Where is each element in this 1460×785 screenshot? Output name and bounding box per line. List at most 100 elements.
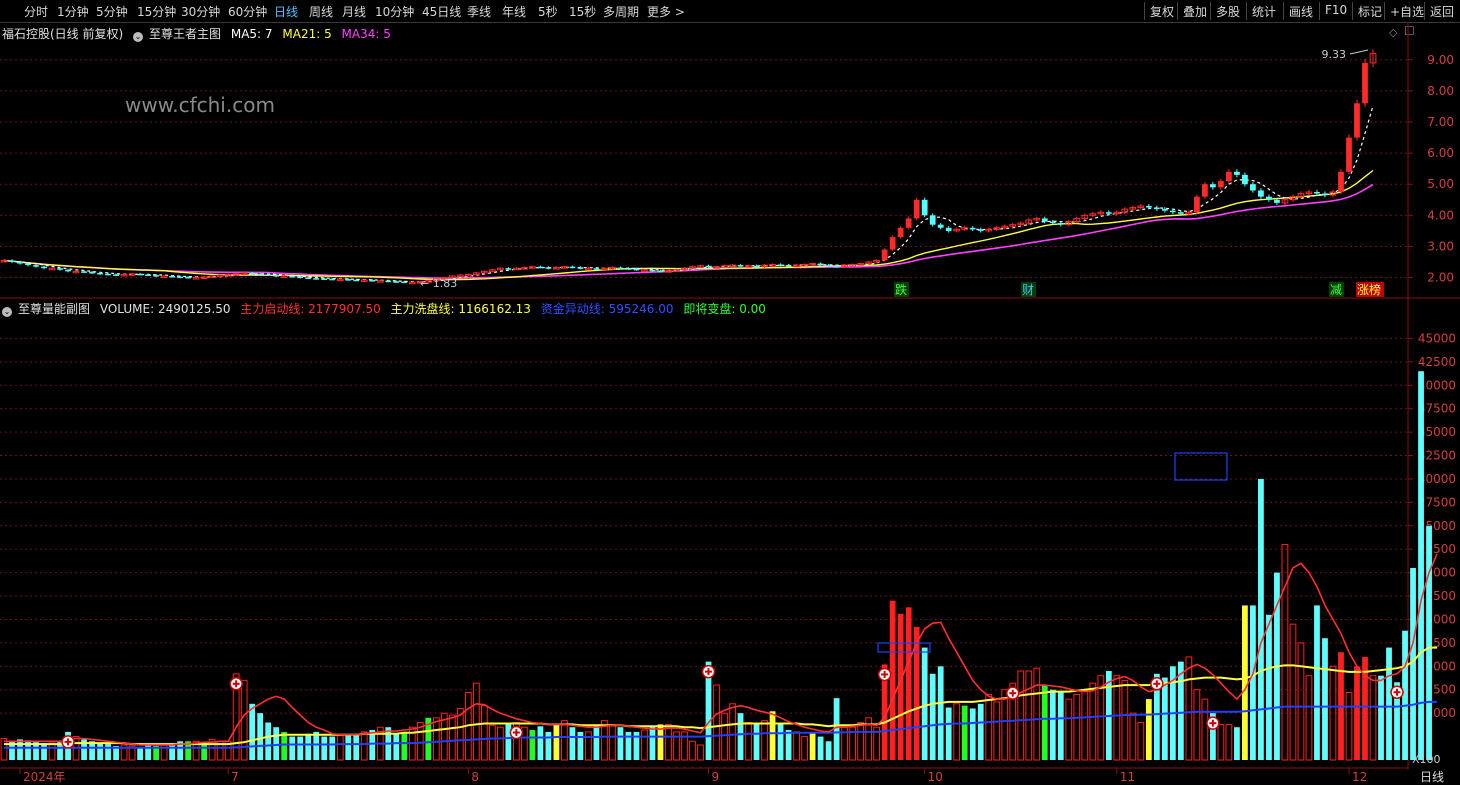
candle-body (329, 278, 336, 281)
volume-bar (1289, 623, 1297, 761)
price-tick-label: 4.00 (1427, 208, 1454, 222)
candle-body (369, 280, 376, 282)
price-tick-label: 2.00 (1427, 271, 1454, 285)
candle-body (113, 274, 119, 276)
volume-bar (769, 711, 776, 760)
candle-body (1153, 207, 1160, 210)
volume-bar (1137, 722, 1145, 761)
volume-bar (1113, 675, 1121, 761)
candle-body (41, 266, 47, 269)
candle-body (25, 263, 31, 266)
volume-bar (801, 736, 808, 761)
candle-body (633, 268, 640, 271)
candle-body (57, 268, 63, 270)
volume-tick-label: 45000 (1418, 331, 1456, 345)
price-tick-label: 6.00 (1427, 146, 1454, 160)
candle-body (777, 264, 784, 266)
candle-body (833, 265, 840, 268)
candle-body (705, 265, 712, 268)
volume-bar (1073, 693, 1081, 761)
candle-body (1201, 184, 1208, 197)
volume-bar (793, 731, 800, 761)
volume-tick-label: 42500 (1418, 355, 1456, 369)
volume-bar (1225, 723, 1233, 761)
volume-bar (1193, 689, 1201, 761)
volume-bar (1378, 675, 1384, 760)
candle-body (393, 281, 400, 283)
volume-bar (1089, 682, 1097, 761)
volume-bar (480, 705, 488, 761)
volume-bar (488, 724, 496, 761)
volume-bar (649, 727, 656, 760)
candle-body (1226, 171, 1232, 182)
volume-bar (1345, 692, 1353, 761)
candle-body (577, 267, 584, 269)
candle-body (537, 266, 544, 269)
candle-body (1234, 171, 1240, 175)
candle-body (9, 260, 15, 262)
chart-canvas[interactable]: 2.003.004.005.006.007.008.009.0050007500… (0, 0, 1460, 784)
volume-bar (137, 746, 143, 760)
volume-bar (448, 714, 456, 761)
volume-bar (393, 733, 400, 760)
candle-body (1169, 210, 1176, 213)
marker-label: 减 (1330, 283, 1342, 297)
candle-body (1266, 196, 1272, 200)
volume-bar (1258, 478, 1264, 760)
volume-bar (1033, 667, 1041, 761)
candle-body (385, 280, 392, 283)
candle-body (313, 278, 320, 280)
volume-bar (1354, 666, 1360, 760)
volume-bar (713, 684, 720, 761)
candle-body (1354, 103, 1360, 138)
time-tick-label: 10 (928, 770, 943, 784)
volume-bar (1161, 677, 1168, 760)
candle-body (257, 273, 264, 276)
volume-bar (313, 731, 320, 760)
candle-body (929, 215, 936, 225)
volume-bar (921, 647, 928, 760)
volume-bar (1322, 638, 1328, 760)
volume-bar (1057, 692, 1064, 760)
volume-bar (665, 723, 672, 761)
volume-bar (1426, 525, 1432, 760)
volume-bar (1386, 647, 1392, 760)
volume-bar (745, 722, 752, 761)
volume-bar (537, 726, 544, 760)
volume-bar (825, 741, 832, 760)
volume-bar (761, 720, 768, 761)
candle-body (649, 269, 656, 272)
time-tick-label: 12 (1352, 770, 1367, 784)
candle-body (1145, 206, 1152, 208)
volume-bar (353, 733, 360, 760)
candle-body (593, 268, 600, 270)
candle-body (345, 279, 352, 281)
volume-bar (985, 693, 993, 761)
ma21-line (3, 169, 1374, 281)
candle-body (737, 265, 744, 267)
volume-bar (977, 703, 984, 760)
candle-body (657, 270, 664, 273)
price-tick-label: 3.00 (1427, 239, 1454, 253)
marker-label: 财 (1022, 283, 1034, 297)
volume-bar (1410, 567, 1416, 760)
vol-yellow-line (4, 646, 1437, 746)
volume-bar (553, 724, 560, 760)
candle-body (785, 265, 792, 267)
volume-bar (1314, 605, 1320, 760)
volume-bar (569, 727, 576, 760)
time-tick-label: 11 (1120, 770, 1135, 784)
volume-bar (1041, 685, 1048, 760)
period-label: 日线 (1420, 770, 1445, 784)
candle-body (625, 268, 632, 270)
candle-body (1346, 137, 1352, 172)
volume-bar (1121, 679, 1129, 761)
candle-body (1105, 212, 1112, 214)
volume-bar (1185, 656, 1193, 761)
candle-body (145, 274, 151, 276)
volume-bar (737, 713, 744, 760)
candle-body (505, 268, 512, 270)
volume-bar (297, 736, 304, 760)
volume-bar (1025, 670, 1033, 761)
candle-body (33, 265, 39, 267)
